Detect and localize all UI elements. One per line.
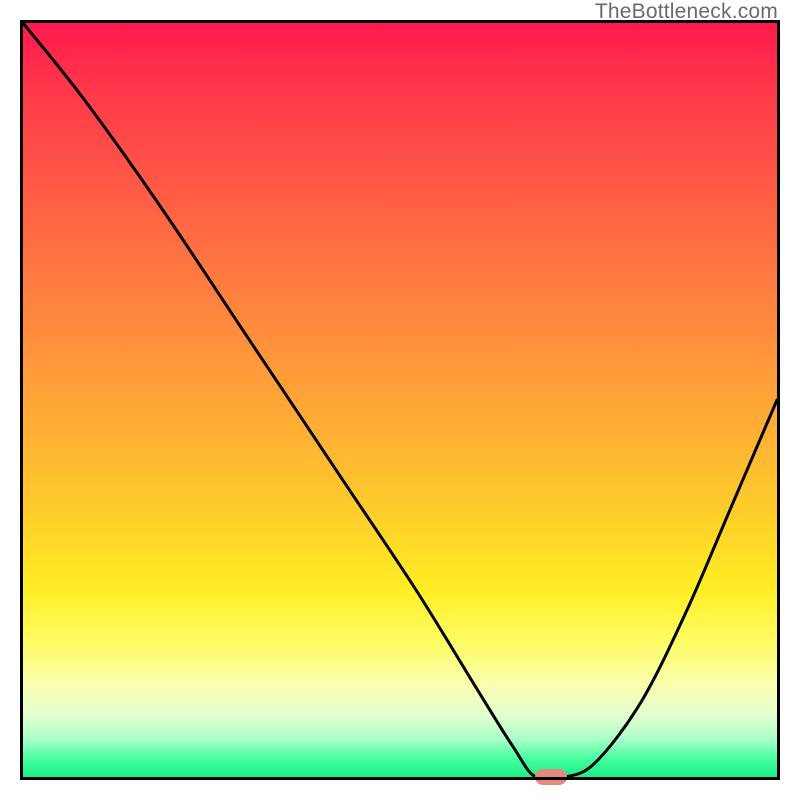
chart-container: TheBottleneck.com <box>0 0 800 800</box>
optimal-marker <box>535 769 567 785</box>
watermark-text: TheBottleneck.com <box>595 0 778 24</box>
bottleneck-curve <box>20 20 780 780</box>
plot-area <box>20 20 780 780</box>
curve-path <box>23 23 777 780</box>
